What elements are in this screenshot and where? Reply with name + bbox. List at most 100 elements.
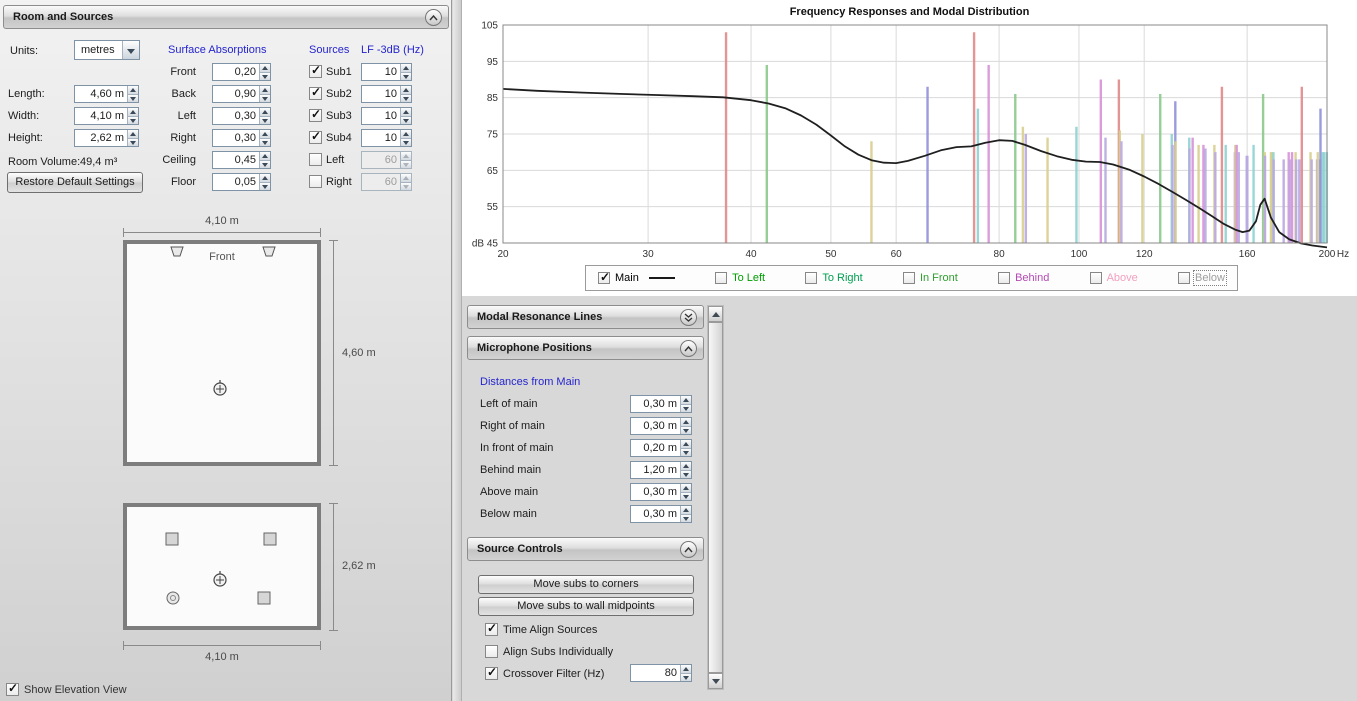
spin-up-icon[interactable] (260, 130, 270, 139)
spin-up-icon[interactable] (681, 506, 691, 515)
in-front-trace-checkbox[interactable]: ✓ (903, 272, 915, 284)
align-subs-individually-checkbox[interactable]: ✓ (485, 645, 498, 658)
listener-icon[interactable] (211, 379, 229, 397)
collapse-button[interactable] (680, 541, 697, 558)
spin-down-icon[interactable] (401, 139, 411, 147)
spin-down-icon[interactable] (260, 73, 270, 81)
spin-down-icon[interactable] (681, 449, 691, 457)
dropdown-arrow-icon[interactable] (122, 41, 139, 59)
absorption-ceiling-field[interactable]: 0,45 (212, 151, 271, 169)
right-source-checkbox[interactable]: ✓ (309, 175, 322, 188)
spin-up-icon[interactable] (128, 86, 138, 95)
spin-up-icon[interactable] (681, 665, 691, 674)
spin-up-icon[interactable] (681, 396, 691, 405)
absorption-back-field[interactable]: 0,90 (212, 85, 271, 103)
spin-down-icon[interactable] (128, 139, 138, 147)
spin-up-icon[interactable] (260, 152, 270, 161)
left-of-main-field[interactable]: 0,30 m (630, 395, 692, 413)
height-field[interactable]: 2,62 m (74, 129, 139, 147)
spin-up-icon[interactable] (128, 108, 138, 117)
sub1-checkbox[interactable]: ✓ (309, 65, 322, 78)
crossover-frequency-field[interactable]: 80 (630, 664, 692, 682)
spin-down-icon[interactable] (681, 471, 691, 479)
sub-circle-icon[interactable] (166, 591, 180, 605)
scroll-up-icon[interactable] (708, 306, 723, 322)
sub-icon[interactable] (165, 532, 179, 546)
spin-up-icon[interactable] (260, 86, 270, 95)
sub4-lf-field[interactable]: 10 (361, 129, 412, 147)
spin-up-icon[interactable] (681, 462, 691, 471)
speaker-icon[interactable] (261, 246, 277, 258)
spin-down-icon[interactable] (401, 73, 411, 81)
collapse-button[interactable] (425, 9, 442, 26)
spin-down-icon[interactable] (128, 117, 138, 125)
spin-down-icon[interactable] (401, 117, 411, 125)
below-main-field[interactable]: 0,30 m (630, 505, 692, 523)
sub1-lf-field[interactable]: 10 (361, 63, 412, 81)
spin-down-icon[interactable] (260, 161, 270, 169)
restore-default-settings-button[interactable]: Restore Default Settings (7, 172, 143, 193)
panels-scrollbar[interactable] (707, 305, 724, 690)
sub-icon[interactable] (257, 591, 271, 605)
spin-down-icon[interactable] (681, 515, 691, 523)
above-main-field[interactable]: 0,30 m (630, 483, 692, 501)
left-source-checkbox[interactable]: ✓ (309, 153, 322, 166)
spin-down-icon[interactable] (260, 183, 270, 191)
spin-up-icon[interactable] (401, 130, 411, 139)
sub2-lf-field[interactable]: 10 (361, 85, 412, 103)
move-subs-to-wall-midpoints-button[interactable]: Move subs to wall midpoints (478, 597, 694, 616)
spin-up-icon[interactable] (401, 108, 411, 117)
spin-up-icon[interactable] (681, 484, 691, 493)
spin-up-icon[interactable] (260, 174, 270, 183)
show-elevation-view-checkbox[interactable]: ✓ (6, 683, 19, 696)
spin-down-icon[interactable] (128, 95, 138, 103)
frequency-response-plot[interactable]: 1059585756555dB 452030405060801001201602… (462, 14, 1355, 264)
time-align-sources-checkbox[interactable]: ✓ (485, 623, 498, 636)
spin-down-icon[interactable] (681, 405, 691, 413)
spin-down-icon[interactable] (681, 427, 691, 435)
spin-down-icon[interactable] (681, 674, 691, 682)
width-field[interactable]: 4,10 m (74, 107, 139, 125)
units-select[interactable]: metres (74, 40, 140, 60)
sub2-checkbox[interactable]: ✓ (309, 87, 322, 100)
sub3-lf-field[interactable]: 10 (361, 107, 412, 125)
spin-up-icon[interactable] (681, 418, 691, 427)
spin-down-icon[interactable] (401, 95, 411, 103)
speaker-icon[interactable] (169, 246, 185, 258)
to-right-trace-checkbox[interactable]: ✓ (805, 272, 817, 284)
move-subs-to-corners-button[interactable]: Move subs to corners (478, 575, 694, 594)
absorption-front-field[interactable]: 0,20 (212, 63, 271, 81)
panel-splitter[interactable] (453, 0, 462, 701)
listener-icon[interactable] (211, 570, 229, 588)
absorption-right-field[interactable]: 0,30 (212, 129, 271, 147)
absorption-left-field[interactable]: 0,30 (212, 107, 271, 125)
expand-button[interactable] (680, 309, 697, 326)
spin-down-icon[interactable] (260, 95, 270, 103)
scrollbar-thumb[interactable] (708, 322, 723, 673)
spin-up-icon[interactable] (128, 130, 138, 139)
spin-down-icon[interactable] (260, 139, 270, 147)
main-trace-checkbox[interactable]: ✓ (598, 272, 610, 284)
collapse-button[interactable] (680, 340, 697, 357)
sub3-checkbox[interactable]: ✓ (309, 109, 322, 122)
absorption-floor-field[interactable]: 0,05 (212, 173, 271, 191)
to-left-trace-checkbox[interactable]: ✓ (715, 272, 727, 284)
spin-up-icon[interactable] (260, 108, 270, 117)
spin-down-icon[interactable] (681, 493, 691, 501)
spin-up-icon[interactable] (260, 64, 270, 73)
behind-main-field[interactable]: 1,20 m (630, 461, 692, 479)
sub4-checkbox[interactable]: ✓ (309, 131, 322, 144)
behind-trace-checkbox[interactable]: ✓ (998, 272, 1010, 284)
scroll-down-icon[interactable] (708, 673, 723, 689)
length-field[interactable]: 4,60 m (74, 85, 139, 103)
sub-icon[interactable] (263, 532, 277, 546)
below-trace-checkbox[interactable]: ✓ (1178, 272, 1190, 284)
right-of-main-field[interactable]: 0,30 m (630, 417, 692, 435)
in-front-of-main-field[interactable]: 0,20 m (630, 439, 692, 457)
spin-up-icon[interactable] (681, 440, 691, 449)
above-trace-checkbox[interactable]: ✓ (1090, 272, 1102, 284)
spin-down-icon[interactable] (260, 117, 270, 125)
spin-up-icon[interactable] (401, 64, 411, 73)
crossover-filter-checkbox[interactable]: ✓ (485, 667, 498, 680)
spin-up-icon[interactable] (401, 86, 411, 95)
